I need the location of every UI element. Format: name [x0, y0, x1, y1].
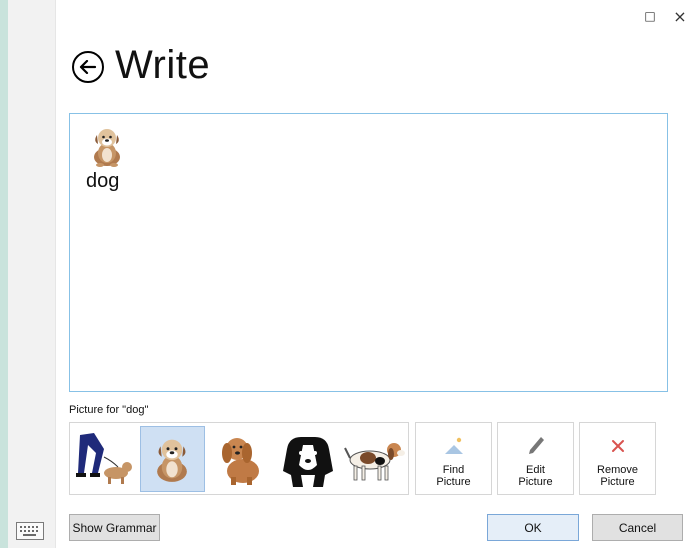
thumbnail-beagle[interactable]: [342, 426, 408, 492]
picture-icon: [443, 434, 465, 458]
thumbnail-sitting-dog[interactable]: [139, 425, 206, 492]
symbol-word[interactable]: dog: [86, 124, 128, 193]
find-picture-button[interactable]: Find Picture: [415, 422, 492, 495]
edit-picture-button[interactable]: Edit Picture: [497, 422, 574, 495]
write-editor[interactable]: dog: [69, 113, 668, 392]
sitting-dog-icon: [157, 439, 188, 482]
brown-dog-icon: [222, 437, 259, 485]
sitting-dog-icon: [94, 129, 120, 167]
remove-label-line2: Picture: [600, 476, 635, 488]
page-title: Write: [115, 43, 211, 87]
close-button[interactable]: ×: [672, 7, 688, 26]
dog-walking-icon: [75, 432, 132, 484]
black-white-dog-icon: [282, 436, 333, 487]
window-controls: □ ×: [642, 7, 688, 26]
remove-label-line1: Remove: [597, 464, 638, 476]
back-button[interactable]: [72, 51, 104, 83]
edit-label-line2: Picture: [518, 476, 553, 488]
thumbnail-black-white-dog[interactable]: [275, 426, 341, 492]
pencil-icon: [526, 434, 546, 458]
remove-x-icon: [610, 434, 626, 458]
show-grammar-button[interactable]: Show Grammar: [69, 514, 160, 541]
keyboard-icon[interactable]: [16, 522, 44, 540]
picture-strip: [69, 422, 409, 495]
find-label-line2: Picture: [436, 476, 471, 488]
ok-button[interactable]: OK: [487, 514, 579, 541]
remove-picture-button[interactable]: Remove Picture: [579, 422, 656, 495]
edit-label-line1: Edit: [526, 464, 545, 476]
thumbnail-brown-dog[interactable]: [207, 426, 273, 492]
thumbnail-dog-walking[interactable]: [72, 426, 138, 492]
arrow-left-icon: [79, 60, 97, 74]
maximize-button[interactable]: □: [642, 8, 658, 24]
beagle-icon: [344, 442, 406, 480]
word-label: dog: [86, 170, 120, 192]
find-label-line1: Find: [442, 464, 465, 476]
cancel-button[interactable]: Cancel: [592, 514, 683, 541]
picture-caption: Picture for "dog": [69, 404, 149, 416]
left-sidebar: [8, 0, 56, 548]
